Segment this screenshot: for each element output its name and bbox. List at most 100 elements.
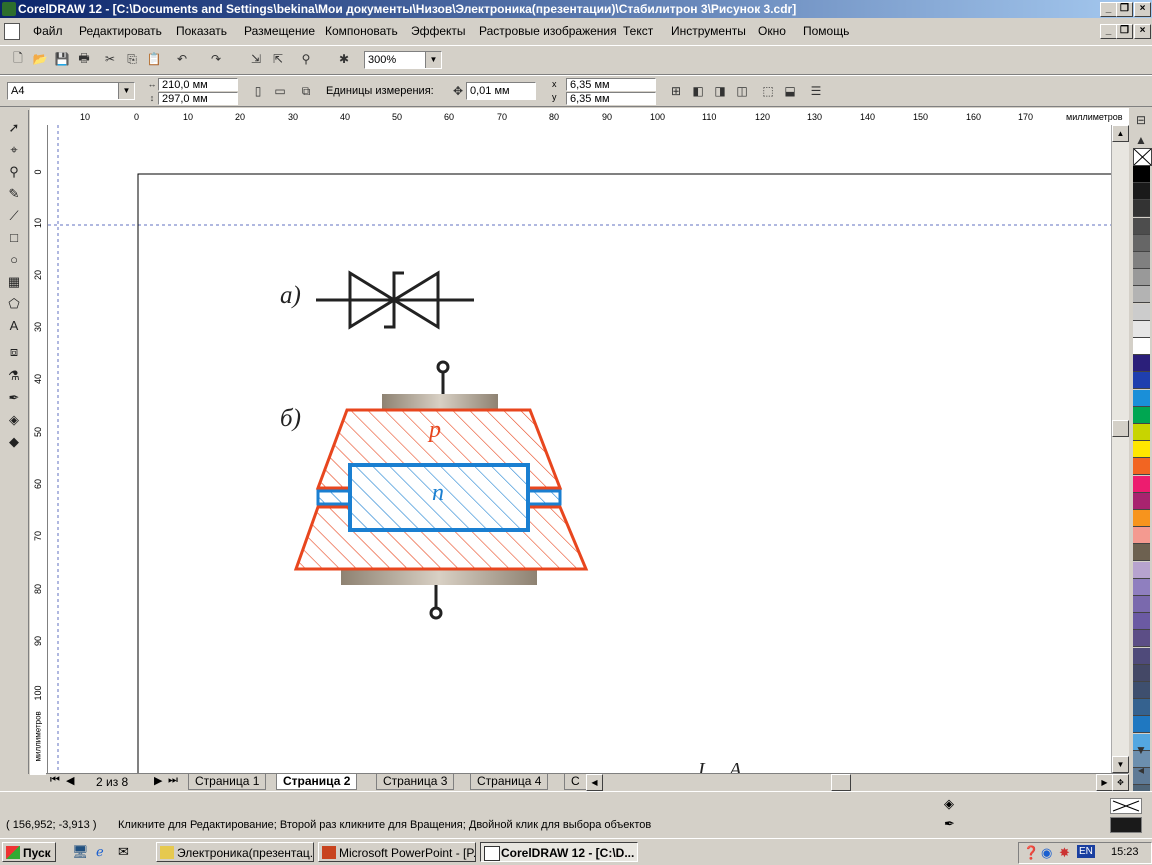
menu-window[interactable]: Окно: [758, 24, 786, 38]
menu-file[interactable]: Файл: [33, 24, 63, 38]
color-swatch[interactable]: [1133, 544, 1150, 562]
color-swatch[interactable]: [1133, 561, 1150, 579]
prev-page-icon[interactable]: ◀: [66, 774, 74, 787]
color-swatch[interactable]: [1133, 389, 1150, 407]
language-indicator[interactable]: EN: [1077, 845, 1095, 858]
app-launcher-icon[interactable]: ⚲: [296, 49, 316, 69]
maximize-button[interactable]: ❐: [1116, 2, 1133, 17]
taskbar-item-explorer[interactable]: Электроника(презентац...: [156, 842, 314, 862]
menu-edit[interactable]: Редактировать: [79, 24, 162, 38]
scroll-right-icon[interactable]: ▶: [1096, 774, 1113, 791]
color-swatch[interactable]: [1133, 424, 1150, 441]
redo-icon[interactable]: ↷: [206, 49, 226, 69]
palette-scroll-up-icon[interactable]: ▲: [1131, 130, 1151, 150]
scroll-thumb[interactable]: [1112, 420, 1129, 437]
copy-icon[interactable]: ⎘: [122, 49, 142, 69]
landscape-icon[interactable]: ▭: [270, 81, 290, 101]
fill-indicator-icon[interactable]: ◈: [944, 796, 954, 812]
antivirus-tray-icon[interactable]: ✸: [1059, 845, 1070, 861]
snap-grid-icon[interactable]: ⊞: [666, 81, 686, 101]
menu-arrange[interactable]: Размещение: [244, 24, 315, 38]
color-swatch[interactable]: [1133, 200, 1150, 218]
doc-restore-button[interactable]: ❐: [1116, 24, 1133, 39]
snap-objects-icon[interactable]: ◨: [710, 81, 730, 101]
ellipse-tool-icon[interactable]: ○: [3, 250, 25, 270]
nudge-field[interactable]: 0,01 мм: [466, 82, 536, 100]
outline-tool-icon[interactable]: ✒: [3, 388, 25, 408]
menu-view[interactable]: Показать: [176, 24, 227, 38]
doc-minimize-button[interactable]: _: [1100, 24, 1117, 39]
label-a[interactable]: а): [280, 282, 301, 310]
outline-swatch[interactable]: [1110, 817, 1142, 833]
page-width-field[interactable]: 210,0 мм: [158, 78, 238, 91]
color-swatch[interactable]: [1133, 355, 1150, 373]
drawing-canvas[interactable]: а) б) p n I ... A: [48, 125, 1111, 773]
chevron-down-icon[interactable]: ▼: [425, 52, 441, 68]
label-p[interactable]: p: [429, 417, 441, 444]
page-size-select[interactable]: A4 ▼: [7, 82, 135, 100]
color-swatch[interactable]: [1133, 286, 1150, 304]
page-tab-1[interactable]: Страница 1: [188, 774, 267, 790]
vertical-ruler[interactable]: 0 10 20 30 40 50 60 70 80 90 100 миллиме…: [30, 125, 48, 775]
portrait-icon[interactable]: ▯: [248, 81, 268, 101]
help-tray-icon[interactable]: ❓: [1023, 845, 1039, 861]
new-icon[interactable]: 🗋: [8, 49, 28, 69]
quicklaunch-desktop-icon[interactable]: 🖥: [72, 844, 89, 860]
color-swatch[interactable]: [1133, 475, 1150, 493]
navigator-icon[interactable]: ✥: [1112, 774, 1129, 791]
zener-symbol[interactable]: [316, 270, 474, 330]
smart-fill-tool-icon[interactable]: ⟋: [3, 206, 25, 226]
label-n[interactable]: n: [432, 480, 444, 507]
vertical-scrollbar[interactable]: ▲ ▼: [1111, 125, 1129, 773]
color-swatch[interactable]: [1133, 596, 1150, 613]
color-swatch[interactable]: [1133, 458, 1150, 476]
zoom-tool-icon[interactable]: ⚲: [3, 162, 25, 182]
text-tool-icon[interactable]: A: [3, 316, 25, 336]
eyedropper-tool-icon[interactable]: ⚗: [3, 366, 25, 386]
color-swatch[interactable]: [1133, 492, 1150, 510]
menu-text[interactable]: Текст: [623, 24, 653, 38]
all-pages-icon[interactable]: ⧉: [296, 81, 316, 101]
last-page-icon[interactable]: ⏭: [168, 774, 178, 787]
color-swatch[interactable]: [1133, 320, 1150, 338]
chevron-down-icon[interactable]: ▼: [118, 83, 134, 99]
palette-options-icon[interactable]: ⊟: [1131, 110, 1151, 130]
color-swatch[interactable]: [1133, 441, 1150, 459]
fill-swatch[interactable]: [1110, 798, 1142, 814]
save-icon[interactable]: 💾: [52, 49, 72, 69]
page-tab-4[interactable]: Страница 4: [470, 774, 549, 790]
fill-tool-icon[interactable]: ◈: [3, 410, 25, 430]
doc-close-button[interactable]: ×: [1134, 24, 1151, 39]
color-swatch[interactable]: [1133, 234, 1150, 252]
interactive-fill-tool-icon[interactable]: ◆: [3, 432, 25, 452]
color-swatch[interactable]: [1133, 217, 1150, 235]
taskbar-item-coreldraw[interactable]: CorelDRAW 12 - [C:\D...: [480, 842, 638, 862]
quicklaunch-ie-icon[interactable]: ℯ: [96, 844, 104, 860]
freehand-tool-icon[interactable]: ✎: [3, 184, 25, 204]
snap-guides-icon[interactable]: ◧: [688, 81, 708, 101]
close-button[interactable]: ×: [1134, 2, 1151, 17]
color-swatch[interactable]: [1133, 183, 1150, 201]
page-height-field[interactable]: 297,0 мм: [158, 92, 238, 105]
color-swatch[interactable]: [1133, 716, 1150, 734]
color-swatch[interactable]: [1133, 578, 1150, 596]
scroll-up-icon[interactable]: ▲: [1112, 125, 1129, 142]
basic-shapes-tool-icon[interactable]: ⬠: [3, 294, 25, 314]
interactive-blend-tool-icon[interactable]: ⧈: [3, 342, 25, 362]
export-icon[interactable]: ⇱: [268, 49, 288, 69]
color-swatch[interactable]: [1133, 252, 1150, 269]
palette-scroll-down-icon[interactable]: ▼: [1131, 740, 1151, 760]
menu-effects[interactable]: Эффекты: [411, 24, 466, 38]
color-swatch[interactable]: [1133, 406, 1150, 424]
document-icon[interactable]: [4, 23, 20, 40]
color-swatch[interactable]: [1133, 166, 1150, 183]
edit-across-layers-icon[interactable]: ⬓: [780, 81, 800, 101]
h-scroll-thumb[interactable]: [831, 774, 851, 791]
undo-icon[interactable]: ↶: [172, 49, 192, 69]
treat-as-filled-icon[interactable]: ⬚: [758, 81, 778, 101]
outline-indicator-icon[interactable]: ✒: [944, 816, 955, 832]
page-tab-5[interactable]: С: [564, 774, 587, 790]
color-swatch[interactable]: [1133, 682, 1150, 699]
color-swatch[interactable]: [1133, 372, 1150, 390]
scroll-left-icon[interactable]: ◀: [586, 774, 603, 791]
